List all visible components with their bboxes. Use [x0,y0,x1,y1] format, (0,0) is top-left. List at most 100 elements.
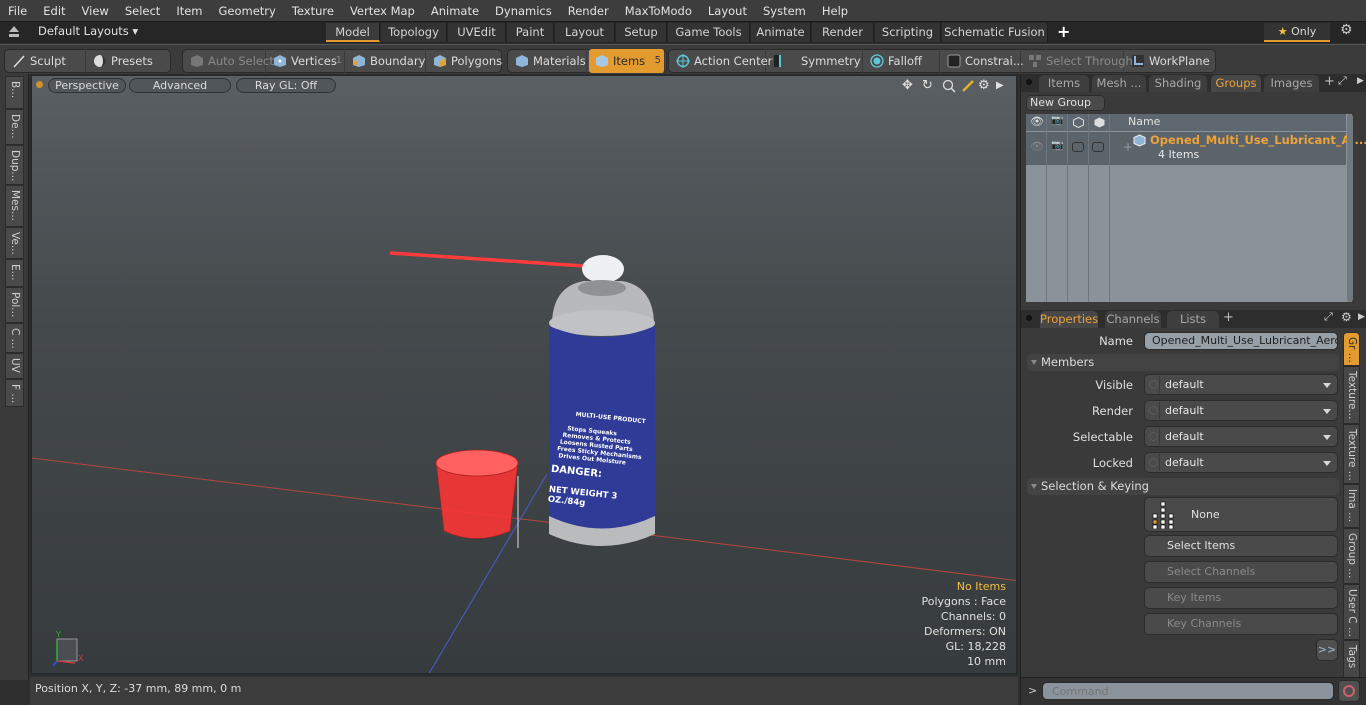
select-cube-icon[interactable] [1094,117,1105,128]
visibility-eye-icon[interactable]: 👁 [1030,115,1044,128]
side-tab-image[interactable]: Ima ... [1343,484,1360,528]
properties-menu-dot-icon[interactable] [1026,315,1032,321]
tab-paint[interactable]: Paint [507,23,554,42]
expand-panel-icon[interactable]: ⤢ [1338,74,1347,88]
menu-render[interactable]: Render [560,4,617,18]
side-tab-tags[interactable]: Tags [1343,640,1360,678]
layout-dropdown[interactable]: Default Layouts ▾ [38,24,138,38]
constraints-button[interactable]: Constrai... [941,49,1024,73]
hierarchy-none-button[interactable]: None [1144,497,1338,532]
visible-dropdown[interactable]: default [1144,374,1338,395]
left-tab-duplicate[interactable]: Dup... [5,145,24,185]
group-row[interactable]: 👁 📷 + Opened_Multi_Use_Lubricant_A ... 4… [1026,132,1366,165]
row-camera-icon[interactable]: 📷 [1051,140,1063,151]
tab-scripting[interactable]: Scripting [875,23,941,42]
menu-geometry[interactable]: Geometry [211,4,284,18]
menu-edit[interactable]: Edit [35,4,73,18]
vertices-button[interactable]: Vertices 1 [267,49,345,73]
tab-groups[interactable]: Groups [1211,75,1261,92]
sculpt-button[interactable]: Sculpt [6,49,86,73]
auto-select-button[interactable]: Auto Select [184,49,274,73]
tab-game-tools[interactable]: Game Tools [668,23,750,42]
properties-arrow-icon[interactable]: ▶ [1358,312,1365,322]
add-panel-tab-icon[interactable]: + [1324,74,1335,89]
tab-setup[interactable]: Setup [616,23,667,42]
select-items-button[interactable]: Select Items [1144,535,1338,557]
add-tab-button[interactable]: + [1057,22,1070,41]
menu-maxtomodo[interactable]: MaxToModo [617,4,700,18]
workplane-button[interactable]: WorkPlane [1125,49,1213,73]
tab-layout[interactable]: Layout [555,23,615,42]
name-field[interactable]: Opened_Multi_Use_Lubricant_Aerosol [1144,332,1338,350]
record-button[interactable] [1338,680,1360,702]
properties-gear-icon[interactable]: ⚙ [1341,310,1352,324]
row-lock-toggle[interactable] [1072,142,1084,152]
select-through-button[interactable]: Select Through [1022,49,1133,73]
left-tab-basic[interactable]: B... [5,76,24,109]
menu-view[interactable]: View [74,4,117,18]
selection-keying-section-header[interactable]: Selection & Keying [1027,478,1339,495]
members-section-header[interactable]: Members [1027,354,1339,371]
selectable-dropdown[interactable]: default [1144,426,1338,447]
tab-images[interactable]: Images [1264,75,1319,92]
menu-texture[interactable]: Texture [284,4,342,18]
menu-layout[interactable]: Layout [700,4,755,18]
menu-animate[interactable]: Animate [423,4,487,18]
collapse-up-icon[interactable] [8,25,20,38]
locked-dropdown[interactable]: default [1144,452,1338,473]
key-channels-button[interactable]: Key Channels [1144,613,1338,635]
tab-animate[interactable]: Animate [751,23,811,42]
presets-button[interactable]: Presets [87,49,167,73]
materials-button[interactable]: Materials [509,49,587,73]
side-tab-group-2[interactable]: Group ... [1343,528,1360,584]
tab-shading[interactable]: Shading [1149,75,1207,92]
tab-channels[interactable]: Channels [1105,311,1161,328]
tab-lists[interactable]: Lists [1167,311,1219,328]
left-tab-curve[interactable]: C ... [5,323,24,353]
menu-file[interactable]: File [0,4,35,18]
left-tab-polygon[interactable]: Pol... [5,287,24,323]
expand-properties-icon[interactable]: ⤢ [1324,310,1333,324]
action-center-button[interactable]: Action Center [670,49,772,73]
left-tab-mesh-edit[interactable]: Mes... [5,185,24,227]
tab-model[interactable]: Model [326,23,380,42]
boundary-button[interactable]: Boundary [346,49,426,73]
left-tab-deform[interactable]: De... [5,109,24,145]
panel-menu-dot-icon[interactable] [1026,79,1032,85]
polygons-button[interactable]: Polygons [427,49,502,73]
group-name[interactable]: Opened_Multi_Use_Lubricant_A ... [1150,133,1366,147]
panel-arrow-icon[interactable]: ▶ [1357,76,1364,86]
command-input[interactable] [1042,682,1334,700]
menu-help[interactable]: Help [814,4,856,18]
tab-properties[interactable]: Properties [1040,311,1098,328]
menu-vertex-map[interactable]: Vertex Map [342,4,423,18]
gear-icon[interactable]: ⚙ [1340,22,1353,38]
tab-topology[interactable]: Topology [381,23,447,42]
3d-viewport[interactable]: Perspective Advanced Ray GL: Off ✥ ↻ ⚙ ▶ [30,74,1018,675]
render-dropdown[interactable]: default [1144,400,1338,421]
menu-system[interactable]: System [755,4,814,18]
groups-scrollbar[interactable] [1347,114,1353,302]
side-tab-texture-2[interactable]: Texture ... [1343,424,1360,484]
tab-schematic-fusion[interactable]: Schematic Fusion [942,23,1048,42]
menu-select[interactable]: Select [117,4,168,18]
falloff-button[interactable]: Falloff [864,49,940,73]
tab-render[interactable]: Render [812,23,874,42]
expand-plus-icon[interactable]: + [1123,140,1133,154]
side-tab-texture-1[interactable]: Texture... [1343,366,1360,424]
add-properties-tab-icon[interactable]: + [1223,310,1234,325]
left-tab-vertex[interactable]: Ve... [5,227,24,259]
side-tab-user-channels[interactable]: User C ... [1343,584,1360,640]
new-group-button[interactable]: New Group [1026,95,1105,111]
more-button[interactable]: >> [1316,639,1338,661]
tab-mesh[interactable]: Mesh ... [1092,75,1146,92]
row-select-toggle[interactable] [1092,142,1104,152]
menu-dynamics[interactable]: Dynamics [487,4,560,18]
left-tab-fusion[interactable]: F ... [5,379,24,407]
left-tab-edge[interactable]: E... [5,259,24,287]
items-button[interactable]: Items 5 [589,49,665,73]
key-items-button[interactable]: Key Items [1144,587,1338,609]
menu-item[interactable]: Item [168,4,210,18]
tab-uvedit[interactable]: UVEdit [448,23,506,42]
side-tab-group[interactable]: Gr ... [1343,332,1360,366]
